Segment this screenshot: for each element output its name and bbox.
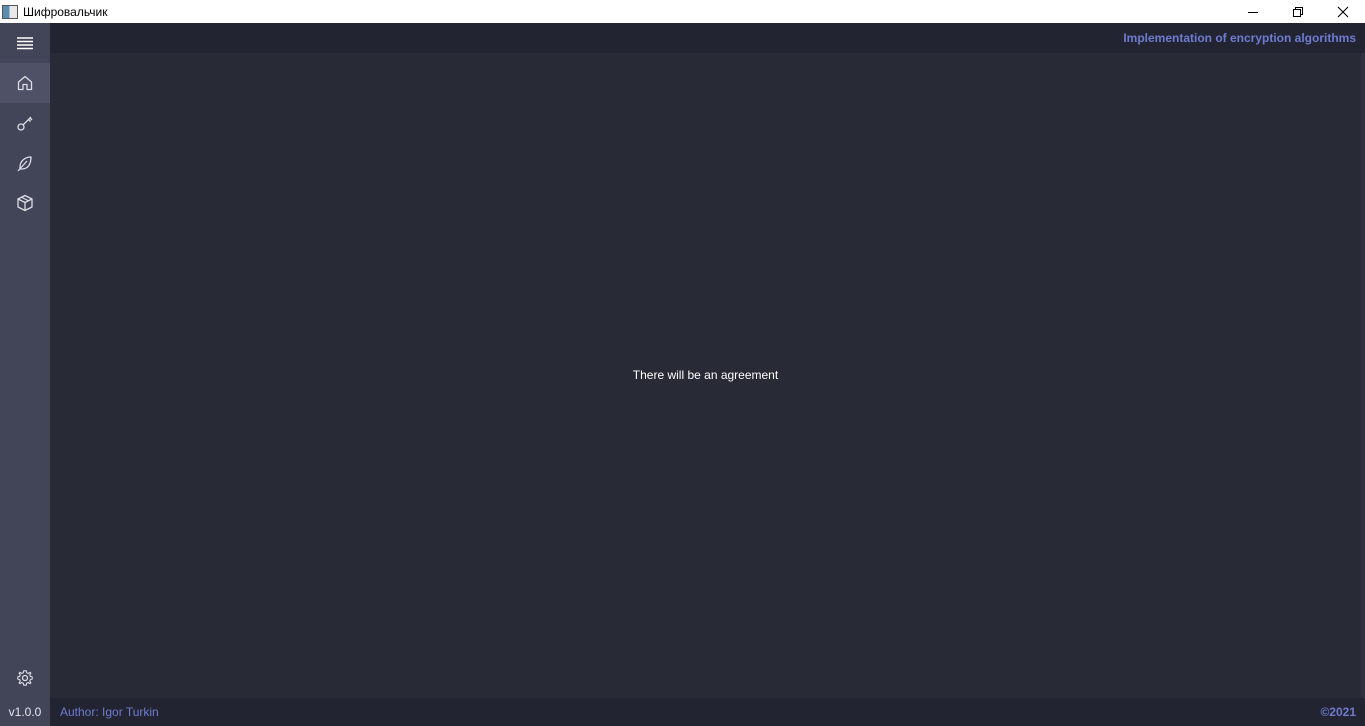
close-button[interactable]	[1320, 0, 1365, 23]
sidebar-item-keys[interactable]	[0, 103, 50, 143]
restore-button[interactable]	[1275, 0, 1320, 23]
header-title: Implementation of encryption algorithms	[1123, 31, 1356, 45]
scrollbar-track[interactable]	[1361, 53, 1365, 698]
window-controls	[1230, 0, 1365, 23]
window-title: Шифровальчик	[23, 4, 108, 19]
key-icon	[17, 116, 33, 131]
sidebar-item-cube[interactable]	[0, 183, 50, 223]
gear-icon	[17, 670, 33, 686]
restore-icon	[1292, 6, 1303, 17]
sidebar-item-feather[interactable]	[0, 143, 50, 183]
author-label: Author: Igor Turkin	[60, 705, 159, 719]
menu-icon	[17, 37, 33, 50]
agreement-text: There will be an agreement	[632, 368, 779, 382]
home-icon	[17, 75, 33, 91]
close-icon	[1337, 6, 1348, 17]
app-footer: v1.0.0 Author: Igor Turkin ©2021	[0, 698, 1365, 726]
feather-icon	[17, 156, 32, 172]
cube-icon	[17, 194, 33, 212]
sidebar-menu-toggle[interactable]	[0, 23, 50, 63]
sidebar-item-settings[interactable]	[0, 658, 50, 698]
minimize-button[interactable]	[1230, 0, 1275, 23]
app-icon	[2, 4, 18, 19]
copyright-label: ©2021	[1320, 705, 1356, 719]
window-titlebar: Шифровальчик	[0, 0, 1365, 23]
version-label: v1.0.0	[0, 698, 50, 726]
minimize-icon	[1247, 11, 1258, 13]
main-content: There will be an agreement	[50, 53, 1361, 698]
sidebar-item-home[interactable]	[0, 63, 50, 103]
sidebar	[0, 23, 50, 698]
app-header: Implementation of encryption algorithms	[50, 23, 1365, 53]
